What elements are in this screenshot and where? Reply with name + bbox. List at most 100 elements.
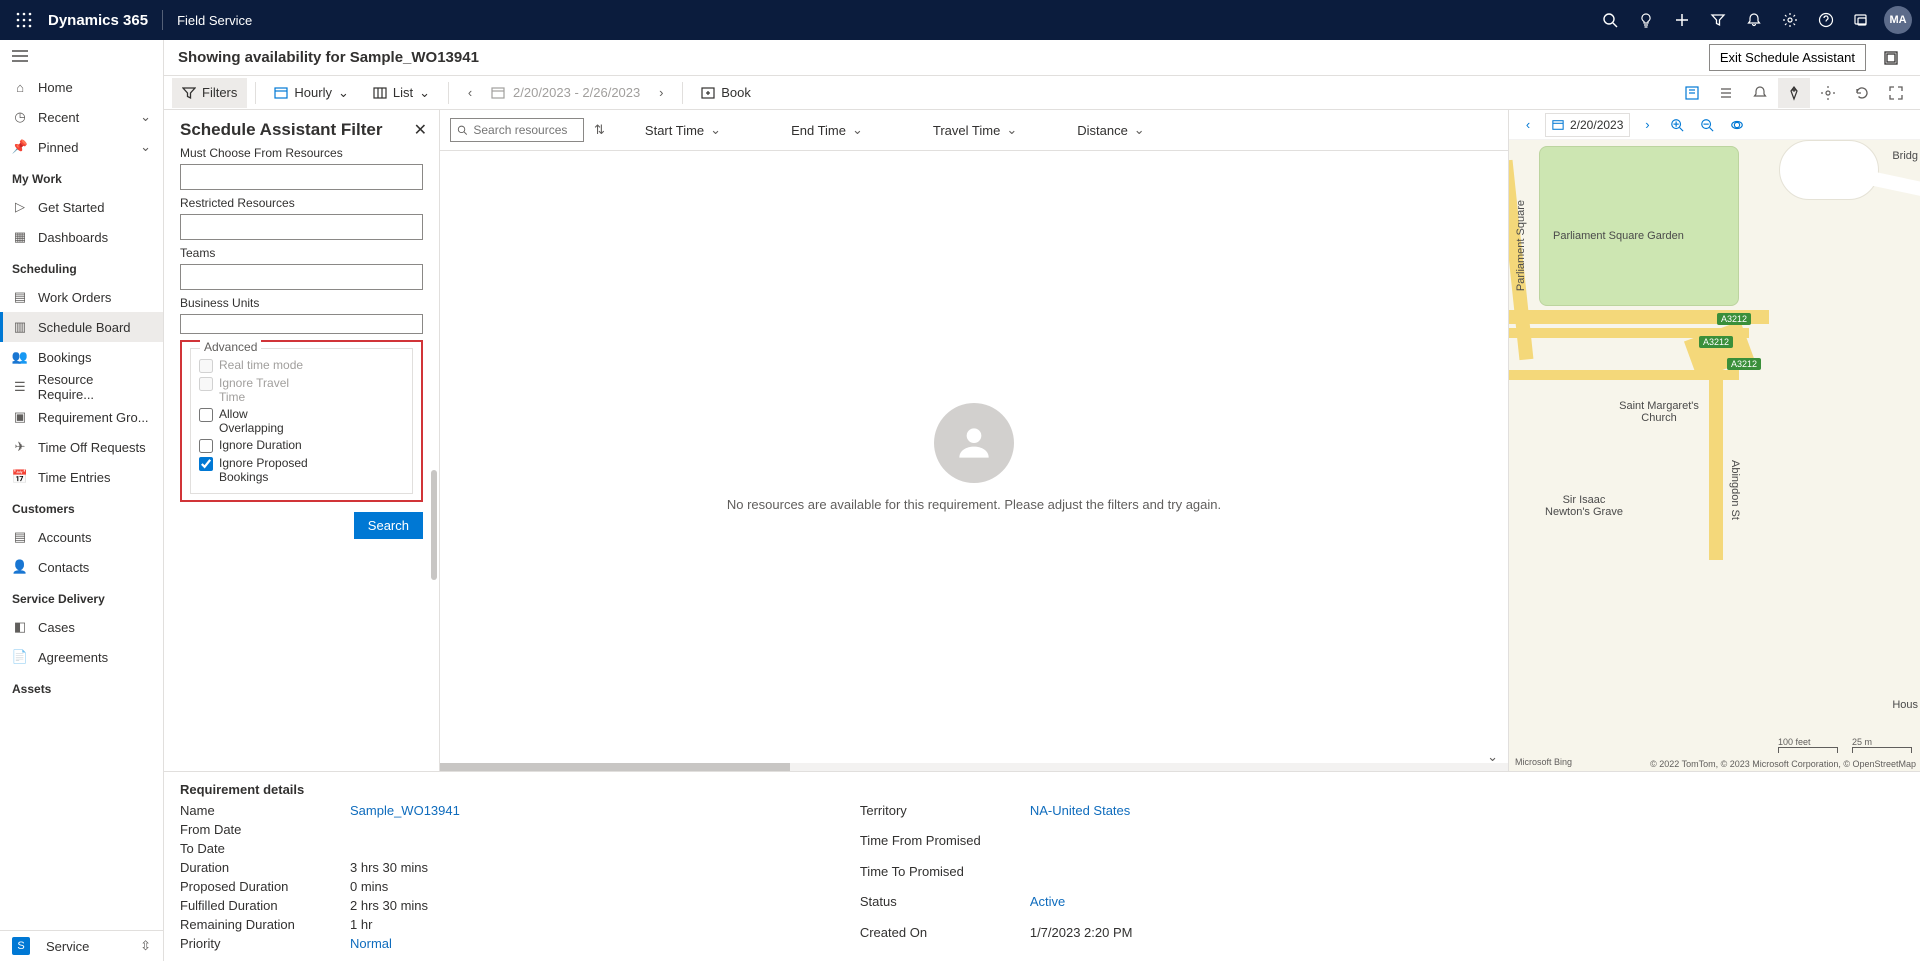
map-canvas[interactable]: Parliament Square Parliament Square Gard… xyxy=(1509,140,1920,771)
teams-input[interactable] xyxy=(180,264,423,290)
nav-contacts[interactable]: 👤Contacts xyxy=(0,552,163,582)
ignore-proposed-row[interactable]: Ignore Proposed Bookings xyxy=(199,456,404,484)
nav-schedule-board[interactable]: ▥Schedule Board xyxy=(0,312,163,342)
legend-icon[interactable] xyxy=(1676,78,1708,108)
filter-icon[interactable] xyxy=(1700,0,1736,40)
assistant-icon[interactable] xyxy=(1844,0,1880,40)
notifications-icon[interactable] xyxy=(1736,0,1772,40)
notification-icon[interactable] xyxy=(1744,78,1776,108)
nav-bookings-label: Bookings xyxy=(38,350,91,365)
map-toggle-icon[interactable] xyxy=(1778,78,1810,108)
req-fulfilled-value: 2 hrs 30 mins xyxy=(350,898,460,913)
col-travel-time[interactable]: Travel Time⌄ xyxy=(933,122,1017,138)
list-dropdown[interactable]: List ⌄ xyxy=(363,78,440,108)
nav-work-orders-label: Work Orders xyxy=(38,290,111,305)
map-locate-icon[interactable] xyxy=(1724,112,1750,138)
resource-search-box[interactable] xyxy=(450,118,584,142)
req-priority-link[interactable]: Normal xyxy=(350,936,460,951)
req-priority-label: Priority xyxy=(180,936,350,951)
lightbulb-icon[interactable] xyxy=(1628,0,1664,40)
nav-time-entries[interactable]: 📅Time Entries xyxy=(0,462,163,492)
book-button[interactable]: Book xyxy=(691,78,761,108)
nav-recent[interactable]: ◷Recent⌄ xyxy=(0,102,163,132)
ignore-travel-checkbox xyxy=(199,377,213,391)
nav-cases[interactable]: ◧Cases xyxy=(0,612,163,642)
expand-icon[interactable] xyxy=(1876,43,1906,73)
nav-collapse-button[interactable] xyxy=(0,40,163,72)
req-created-label: Created On xyxy=(860,925,1030,951)
nav-accounts[interactable]: ▤Accounts xyxy=(0,522,163,552)
sort-icon[interactable]: ⇅ xyxy=(594,122,605,138)
nav-time-off[interactable]: ✈Time Off Requests xyxy=(0,432,163,462)
must-choose-input[interactable] xyxy=(180,164,423,190)
req-name-link[interactable]: Sample_WO13941 xyxy=(350,803,460,818)
nav-work-orders[interactable]: ▤Work Orders xyxy=(0,282,163,312)
exit-schedule-assistant-button[interactable]: Exit Schedule Assistant xyxy=(1709,44,1866,71)
nav-req-groups-label: Requirement Gro... xyxy=(38,410,149,425)
filters-button[interactable]: Filters xyxy=(172,78,247,108)
add-icon[interactable] xyxy=(1664,0,1700,40)
nav-requirement-groups[interactable]: ▣Requirement Gro... xyxy=(0,402,163,432)
col-end-label: End Time xyxy=(791,123,846,138)
allow-overlap-row[interactable]: Allow Overlapping xyxy=(199,407,404,435)
gear-icon[interactable] xyxy=(1812,78,1844,108)
search-icon[interactable] xyxy=(1592,0,1628,40)
req-territory-link[interactable]: NA-United States xyxy=(1030,803,1133,829)
map-date-picker[interactable]: 2/20/2023 xyxy=(1545,113,1630,137)
nav-cases-label: Cases xyxy=(38,620,75,635)
list-view-icon[interactable] xyxy=(1710,78,1742,108)
ignore-duration-row[interactable]: Ignore Duration xyxy=(199,438,404,453)
filter-scrollbar-thumb[interactable] xyxy=(431,470,437,580)
nav-resource-requirements[interactable]: ☰Resource Require... xyxy=(0,372,163,402)
calendar-icon xyxy=(491,86,505,100)
collapse-results-icon[interactable]: ⌄ xyxy=(1487,749,1498,765)
hscroll-thumb[interactable] xyxy=(440,763,790,771)
nav-get-started[interactable]: ▷Get Started xyxy=(0,192,163,222)
timeoff-icon: ✈ xyxy=(12,439,28,455)
nav-agreements[interactable]: 📄Agreements xyxy=(0,642,163,672)
app-switcher[interactable]: S Service ⇳ xyxy=(0,931,163,961)
nav-pinned[interactable]: 📌Pinned⌄ xyxy=(0,132,163,162)
app-launcher-icon[interactable] xyxy=(8,4,40,36)
nav-bookings[interactable]: 👥Bookings xyxy=(0,342,163,372)
map-next-button[interactable]: › xyxy=(1634,112,1660,138)
col-distance[interactable]: Distance⌄ xyxy=(1077,122,1144,138)
chevron-down-icon: ⌄ xyxy=(140,139,151,155)
prev-date-button[interactable]: ‹ xyxy=(457,80,483,106)
restricted-label: Restricted Resources xyxy=(180,196,423,210)
ignore-travel-row: Ignore Travel Time xyxy=(199,376,404,404)
road-badge-3: A3212 xyxy=(1727,358,1761,370)
nav-home[interactable]: ⌂Home xyxy=(0,72,163,102)
app-switcher-badge: S xyxy=(12,937,30,955)
hourly-dropdown[interactable]: Hourly ⌄ xyxy=(264,78,358,108)
business-units-input[interactable] xyxy=(180,314,423,334)
refresh-icon[interactable] xyxy=(1846,78,1878,108)
next-date-button[interactable]: › xyxy=(648,80,674,106)
allow-overlap-checkbox[interactable] xyxy=(199,408,213,422)
map-zoom-out-icon[interactable] xyxy=(1694,112,1720,138)
fullscreen-icon[interactable] xyxy=(1880,78,1912,108)
col-end-time[interactable]: End Time⌄ xyxy=(791,122,863,138)
col-start-time[interactable]: Start Time⌄ xyxy=(645,122,721,138)
req-tfp-label: Time From Promised xyxy=(860,833,1030,859)
help-icon[interactable] xyxy=(1808,0,1844,40)
search-button[interactable]: Search xyxy=(354,512,423,539)
col-travel-label: Travel Time xyxy=(933,123,1000,138)
restricted-input[interactable] xyxy=(180,214,423,240)
book-label: Book xyxy=(721,85,751,100)
resource-search-input[interactable] xyxy=(473,123,577,137)
user-avatar[interactable]: MA xyxy=(1884,6,1912,34)
close-filter-panel-button[interactable]: ✕ xyxy=(414,120,427,140)
map-zoom-in-icon[interactable] xyxy=(1664,112,1690,138)
list-icon: ☰ xyxy=(12,379,28,395)
nav-recent-label: Recent xyxy=(38,110,79,125)
map-prev-button[interactable]: ‹ xyxy=(1515,112,1541,138)
ignore-proposed-checkbox[interactable] xyxy=(199,457,213,471)
nav-dashboards[interactable]: ▦Dashboards xyxy=(0,222,163,252)
req-territory-label: Territory xyxy=(860,803,1030,829)
ignore-duration-checkbox[interactable] xyxy=(199,439,213,453)
req-ttp-label: Time To Promised xyxy=(860,864,1030,890)
settings-icon[interactable] xyxy=(1772,0,1808,40)
results-hscrollbar[interactable] xyxy=(440,763,1508,771)
req-status-link[interactable]: Active xyxy=(1030,894,1133,920)
